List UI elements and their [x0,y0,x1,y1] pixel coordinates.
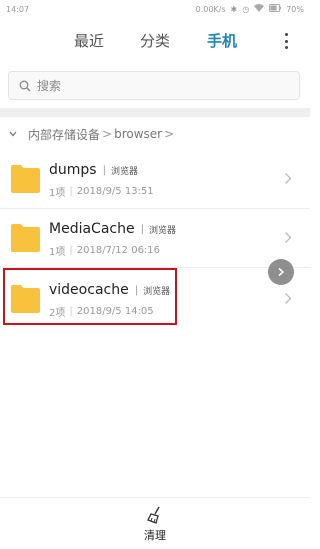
folder-date: 2018/7/12 06:16 [76,245,161,256]
folder-count: 1项 [49,247,66,258]
folder-title-line: dumps | 浏览器 [49,162,138,178]
battery-icon [269,4,282,14]
folder-row-dumps[interactable]: dumps | 浏览器 1项 | 2018/9/5 13:51 [0,150,310,208]
breadcrumb-root[interactable]: 内部存储设备 [28,126,100,143]
folder-icon [11,165,40,193]
breadcrumb: 内部存储设备 > browser > [0,125,310,143]
folder-name: dumps [49,162,97,178]
breadcrumb-separator: > [164,127,175,141]
folder-tag: 浏览器 [148,225,176,236]
search-input[interactable] [37,78,287,93]
folder-icon [11,224,40,252]
chevron-right-icon [285,232,292,243]
chevron-right-icon [285,173,292,184]
folder-date: 2018/9/5 13:51 [76,186,154,197]
battery-percent: 70% [286,4,304,14]
folder-name: MediaCache [49,221,135,237]
tab-category[interactable]: 分类 [140,30,170,51]
tab-recent[interactable]: 最近 [74,30,104,51]
meta-divider: | [69,186,73,197]
breadcrumb-separator: > [102,127,113,141]
more-options-icon[interactable] [284,33,288,49]
section-divider [0,108,310,117]
network-speed: 0.00K/s [195,4,226,14]
broom-icon [147,506,160,524]
highlight-annotation [3,268,177,325]
folder-meta: 1项 | 2018/7/12 06:16 [49,243,160,258]
title-divider: | [102,164,106,176]
chevron-right-icon [285,293,292,304]
top-tabs: 最近 分类 手机 [0,30,310,54]
bottom-bar: 清理 [0,497,310,549]
status-right: 0.00K/s ✱ ◷ 70% [196,4,304,14]
chevron-right-icon [278,267,285,277]
folder-meta: 1项 | 2018/9/5 13:51 [49,184,154,199]
status-bar: 14:07 0.00K/s ✱ ◷ 70% [0,0,310,18]
clean-label: 清理 [144,529,166,542]
chevron-down-icon[interactable] [8,129,18,139]
folder-tag: 浏览器 [110,166,138,177]
search-icon [19,80,31,91]
alarm-icon: ◷ [242,4,250,14]
status-time: 14:07 [6,4,30,14]
folder-title-line: MediaCache | 浏览器 [49,221,176,237]
title-divider: | [140,223,144,235]
clean-button[interactable]: 清理 [133,503,177,545]
folder-count: 1项 [49,188,66,199]
tab-phone[interactable]: 手机 [207,30,237,51]
breadcrumb-current[interactable]: browser [114,127,162,141]
meta-divider: | [69,245,73,256]
search-box[interactable] [8,71,300,100]
bluetooth-icon: ✱ [230,4,238,14]
floating-action-button[interactable] [268,259,294,285]
folder-row-mediacache[interactable]: MediaCache | 浏览器 1项 | 2018/7/12 06:16 [0,209,310,267]
wifi-icon [254,4,265,14]
